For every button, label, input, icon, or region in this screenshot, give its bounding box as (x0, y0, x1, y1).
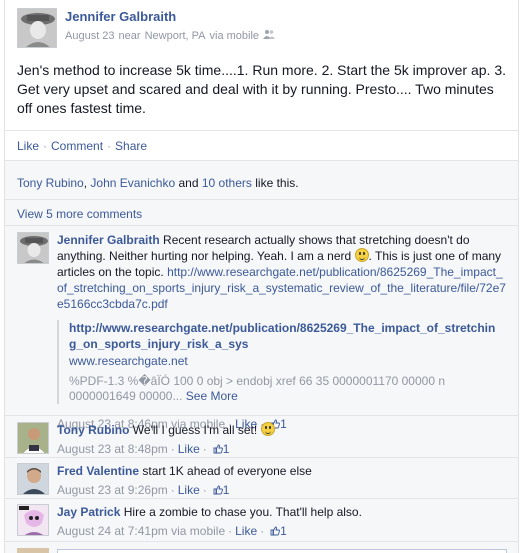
comment-text: Fred Valentine start 1K ahead of everyon… (57, 463, 507, 479)
divider (5, 199, 518, 200)
post-text: Jen's method to increase 5k time....1. R… (17, 62, 507, 116)
comment-via: via mobile (171, 524, 226, 538)
comment-text: Jennifer Galbraith Recent research actua… (57, 232, 507, 312)
separator-dot: · (202, 442, 207, 456)
comment-time[interactable]: August 23 at 8:48pm (57, 441, 168, 457)
separator-dot: · (43, 139, 48, 153)
author-name[interactable]: Jennifer Galbraith (65, 9, 279, 24)
comment-body: Fred Valentine start 1K ahead of everyon… (57, 463, 507, 498)
liker-link[interactable]: John Evanichko (90, 176, 175, 190)
comment-text: Jay Patrick Hire a zombie to chase you. … (57, 504, 507, 520)
comment-avatar[interactable] (17, 232, 49, 264)
separator-dot: · (170, 442, 175, 456)
author-meta: Jennifer Galbraith August 23 near Newpor… (65, 9, 279, 48)
comment-text: Tony Rubino We'll I guess I'm all set! (57, 422, 507, 438)
comment-time[interactable]: August 24 at 7:41pm (57, 523, 168, 539)
divider (5, 541, 518, 542)
comment-text-part: Hire a zombie to chase you. That'll help… (123, 505, 362, 519)
smiley-icon (260, 422, 275, 436)
divider (5, 130, 518, 131)
link-preview[interactable]: http://www.researchgate.net/publication/… (57, 320, 497, 404)
comment-avatar[interactable] (17, 504, 49, 536)
comment-button[interactable]: Comment (51, 139, 103, 153)
likes-others-link[interactable]: 10 others (202, 176, 252, 190)
likes-summary: Tony Rubino, John Evanichko and 10 other… (17, 176, 299, 190)
comment-item: Tony Rubino We'll I guess I'm all set! A… (17, 422, 507, 457)
thumbs-up-icon (270, 526, 281, 536)
comment-like-count[interactable]: 1 (213, 482, 230, 498)
separator-dot: · (260, 524, 265, 538)
comment-author[interactable]: Jay Patrick (57, 505, 120, 519)
composer-avatar (17, 548, 49, 553)
comment-like-button[interactable]: Like (235, 523, 257, 539)
separator-dot: · (107, 139, 112, 153)
link-preview-excerpt-text: %PDF-1.3 %�âÏÓ 100 0 obj > endobj xref 6… (69, 374, 446, 403)
link-preview-domain: www.researchgate.net (69, 354, 188, 368)
post-actions: Like · Comment · Share (17, 139, 147, 153)
comment-body: Tony Rubino We'll I guess I'm all set! A… (57, 422, 507, 457)
comment-like-button[interactable]: Like (178, 482, 200, 498)
link-preview-title[interactable]: http://www.researchgate.net/publication/… (69, 320, 497, 352)
comment-like-count-value: 1 (280, 524, 287, 538)
comment-author[interactable]: Tony Rubino (57, 423, 129, 437)
feedback-section: Tony Rubino, John Evanichko and 10 other… (5, 160, 518, 553)
divider (5, 498, 518, 499)
like-button[interactable]: Like (17, 139, 39, 153)
comment-item: Fred Valentine start 1K ahead of everyon… (17, 463, 507, 498)
comment-author[interactable]: Fred Valentine (57, 464, 139, 478)
comment-avatar[interactable] (17, 422, 49, 454)
comment-body: Jennifer Galbraith Recent research actua… (57, 232, 507, 432)
separator-dot: · (228, 524, 233, 538)
liker-link[interactable]: Tony Rubino (17, 176, 84, 190)
comment-time[interactable]: August 23 at 9:26pm (57, 482, 168, 498)
author-avatar[interactable] (17, 8, 57, 48)
divider (5, 225, 518, 226)
post-card: Jennifer Galbraith August 23 near Newpor… (4, 0, 519, 553)
divider (5, 415, 518, 416)
comment-like-count-value: 1 (222, 442, 230, 456)
comment-author[interactable]: Jennifer Galbraith (57, 233, 160, 247)
post-subtitle: August 23 near Newport, PA via mobile (65, 29, 279, 42)
post-date[interactable]: August 23 (65, 30, 115, 42)
comment-avatar[interactable] (17, 463, 49, 495)
post-header: Jennifer Galbraith August 23 near Newpor… (17, 8, 279, 48)
divider (5, 457, 518, 458)
post-via: via mobile (209, 29, 260, 42)
separator-dot: · (202, 483, 207, 497)
link-preview-excerpt: %PDF-1.3 %�âÏÓ 100 0 obj > endobj xref 6… (69, 374, 497, 404)
comment-meta: August 24 at 7:41pm via mobile · Like · … (57, 523, 507, 539)
comment-item: Jay Patrick Hire a zombie to chase you. … (17, 504, 507, 539)
comment-meta: August 23 at 9:26pm · Like · 1 (57, 482, 507, 498)
thumbs-up-icon (213, 485, 223, 495)
likes-and: and (178, 176, 199, 190)
post-location-prefix: near (118, 29, 141, 42)
divider (5, 160, 518, 161)
view-more-comments-link[interactable]: View 5 more comments (17, 207, 142, 221)
comment-body: Jay Patrick Hire a zombie to chase you. … (57, 504, 507, 539)
comment-like-count-value: 1 (222, 483, 230, 497)
thumbs-up-icon (213, 444, 223, 454)
friends-icon[interactable] (263, 29, 276, 42)
comment-like-count[interactable]: 1 (213, 441, 230, 457)
comment-like-count[interactable]: 1 (270, 523, 287, 539)
post-location[interactable]: Newport, PA (145, 30, 206, 42)
see-more-link[interactable]: See More (186, 389, 238, 403)
likes-suffix: like this. (255, 176, 299, 190)
comment-like-button[interactable]: Like (178, 441, 200, 457)
comment-item: Jennifer Galbraith Recent research actua… (17, 232, 507, 432)
comment-text-part: We'll I guess I'm all set! (132, 423, 258, 437)
comment-input[interactable] (57, 549, 507, 553)
comment-meta: August 23 at 8:48pm · Like · 1 (57, 441, 507, 457)
separator-dot: · (170, 483, 175, 497)
smiley-icon (354, 248, 369, 262)
share-button[interactable]: Share (115, 139, 147, 153)
comment-text-part: start 1K ahead of everyone else (142, 464, 312, 478)
